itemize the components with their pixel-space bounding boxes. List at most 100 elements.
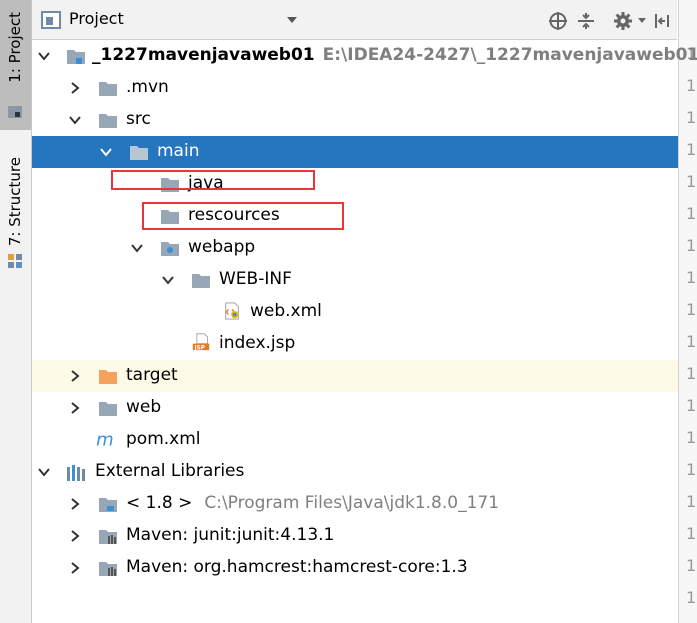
tree-label: Maven: junit:junit:4.13.1: [126, 525, 335, 545]
tab-structure-label: 7: Structure: [6, 157, 24, 247]
web-xml-file-icon: [225, 302, 239, 320]
jdk-name: < 1.8 >: [126, 493, 193, 513]
libraries-icon: [67, 465, 85, 481]
tree-label: web: [126, 397, 162, 417]
line-number: 1: [686, 76, 697, 95]
project-view-selector[interactable]: Project: [69, 9, 124, 28]
line-number: 1: [686, 108, 697, 127]
jdk-icon: [99, 498, 117, 512]
line-number: 1: [686, 140, 697, 159]
folder-icon: [99, 114, 117, 128]
maven-icon: m: [96, 430, 114, 448]
tree-node-target[interactable]: target: [32, 360, 678, 392]
tree-node-external-libraries[interactable]: External Libraries: [32, 456, 678, 488]
module-folder-icon: [67, 50, 85, 64]
chevron-right-icon[interactable]: [69, 82, 81, 94]
tree-node-junit[interactable]: Maven: junit:junit:4.13.1: [32, 520, 678, 552]
tree-node-main[interactable]: main: [32, 136, 678, 168]
chevron-right-icon[interactable]: [69, 562, 81, 574]
tab-project[interactable]: 1: Project: [0, 0, 31, 130]
line-number: 1: [686, 300, 697, 319]
chevron-down-icon[interactable]: [38, 50, 50, 62]
line-number: 1: [686, 460, 697, 479]
chevron-down-icon[interactable]: [69, 114, 81, 126]
tree-label: pom.xml: [126, 429, 201, 449]
tab-project-label: 1: Project: [6, 12, 24, 83]
hide-icon[interactable]: [652, 10, 674, 32]
line-number: 1: [686, 588, 697, 607]
tool-window-strip: 1: Project 7: Structure: [0, 0, 32, 623]
tree-label: index.jsp: [219, 333, 296, 353]
collapse-all-icon[interactable]: [575, 10, 597, 32]
tree-label: < 1.8 > C:\Program Files\Java\jdk1.8.0_17…: [126, 493, 499, 513]
tree-node-root[interactable]: _1227mavenjavaweb01 E:\IDEA24-2427\_1227m…: [32, 40, 697, 72]
folder-icon: [99, 402, 117, 416]
excluded-folder-icon: [99, 370, 117, 384]
jdk-path: C:\Program Files\Java\jdk1.8.0_171: [204, 493, 500, 513]
library-icon: [99, 530, 117, 544]
tree-label: _1227mavenjavaweb01 E:\IDEA24-2427\_1227m…: [92, 45, 697, 65]
tree-node-indexjsp[interactable]: JSP index.jsp: [32, 328, 678, 360]
tree-label: src: [126, 109, 151, 129]
tree-label: target: [126, 365, 178, 385]
project-window-icon: [8, 106, 22, 118]
tree-label: WEB-INF: [219, 269, 292, 289]
web-folder-icon: [161, 242, 179, 256]
tree-label: .mvn: [126, 77, 169, 97]
svg-text:m: m: [96, 430, 114, 448]
chevron-down-icon[interactable]: [286, 16, 298, 24]
chevron-right-icon[interactable]: [69, 530, 81, 542]
tree-node-src[interactable]: src: [32, 104, 678, 136]
folder-icon: [99, 82, 117, 96]
line-number: 1: [686, 396, 697, 415]
tree-node-web[interactable]: web: [32, 392, 678, 424]
line-number: 1: [686, 268, 697, 287]
locate-icon[interactable]: [547, 10, 569, 32]
tree-node-webapp[interactable]: webapp: [32, 232, 678, 264]
editor-gutter: 1 1 1 1 1 1 1 1 1 1 1 1 1 1 1 1 1 1: [678, 0, 697, 623]
tree-node-pom[interactable]: m pom.xml: [32, 424, 678, 456]
tree-node-webinf[interactable]: WEB-INF: [32, 264, 678, 296]
chevron-down-icon[interactable]: [131, 242, 143, 254]
tree-label: webapp: [188, 237, 256, 257]
project-path: E:\IDEA24-2427\_1227mavenjavaweb01: [322, 45, 697, 65]
tree-label: web.xml: [250, 301, 322, 321]
project-panel-header: Project: [32, 0, 677, 40]
project-view-icon: [41, 11, 61, 29]
line-number: 1: [686, 204, 697, 223]
folder-icon: [130, 146, 148, 160]
tree-node-jdk[interactable]: < 1.8 > C:\Program Files\Java\jdk1.8.0_17…: [32, 488, 678, 520]
line-number: 1: [686, 492, 697, 511]
project-name: _1227mavenjavaweb01: [92, 45, 315, 65]
highlight-box-java: [111, 170, 315, 190]
line-number: 1: [686, 556, 697, 575]
tab-structure[interactable]: 7: Structure: [0, 155, 31, 275]
tree-node-webxml[interactable]: web.xml: [32, 296, 678, 328]
tree-node-mvn[interactable]: .mvn: [32, 72, 678, 104]
project-tree: _1227mavenjavaweb01 E:\IDEA24-2427\_1227m…: [32, 40, 697, 623]
chevron-down-icon[interactable]: [631, 10, 653, 32]
chevron-down-icon[interactable]: [162, 274, 174, 286]
line-number: 1: [686, 524, 697, 543]
jsp-file-icon: JSP: [192, 333, 210, 351]
tree-node-resources[interactable]: rescources: [32, 200, 678, 232]
highlight-box-resources: [142, 202, 344, 230]
line-number: 1: [686, 172, 697, 191]
chevron-down-icon[interactable]: [38, 466, 50, 478]
folder-icon: [192, 274, 210, 288]
tree-label: External Libraries: [95, 461, 245, 481]
chevron-right-icon[interactable]: [69, 498, 81, 510]
structure-icon: [8, 254, 22, 268]
chevron-right-icon[interactable]: [69, 402, 81, 414]
chevron-down-icon[interactable]: [100, 146, 112, 158]
line-number: 1: [686, 364, 697, 383]
tree-label: main: [157, 141, 200, 161]
line-number: 1: [686, 428, 697, 447]
tree-node-hamcrest[interactable]: Maven: org.hamcrest:hamcrest-core:1.3: [32, 552, 678, 584]
tree-label: Maven: org.hamcrest:hamcrest-core:1.3: [126, 557, 468, 577]
line-number: 1: [686, 332, 697, 351]
chevron-right-icon[interactable]: [69, 370, 81, 382]
svg-text:JSP: JSP: [193, 345, 204, 351]
library-icon: [99, 562, 117, 576]
line-number: 1: [686, 236, 697, 255]
